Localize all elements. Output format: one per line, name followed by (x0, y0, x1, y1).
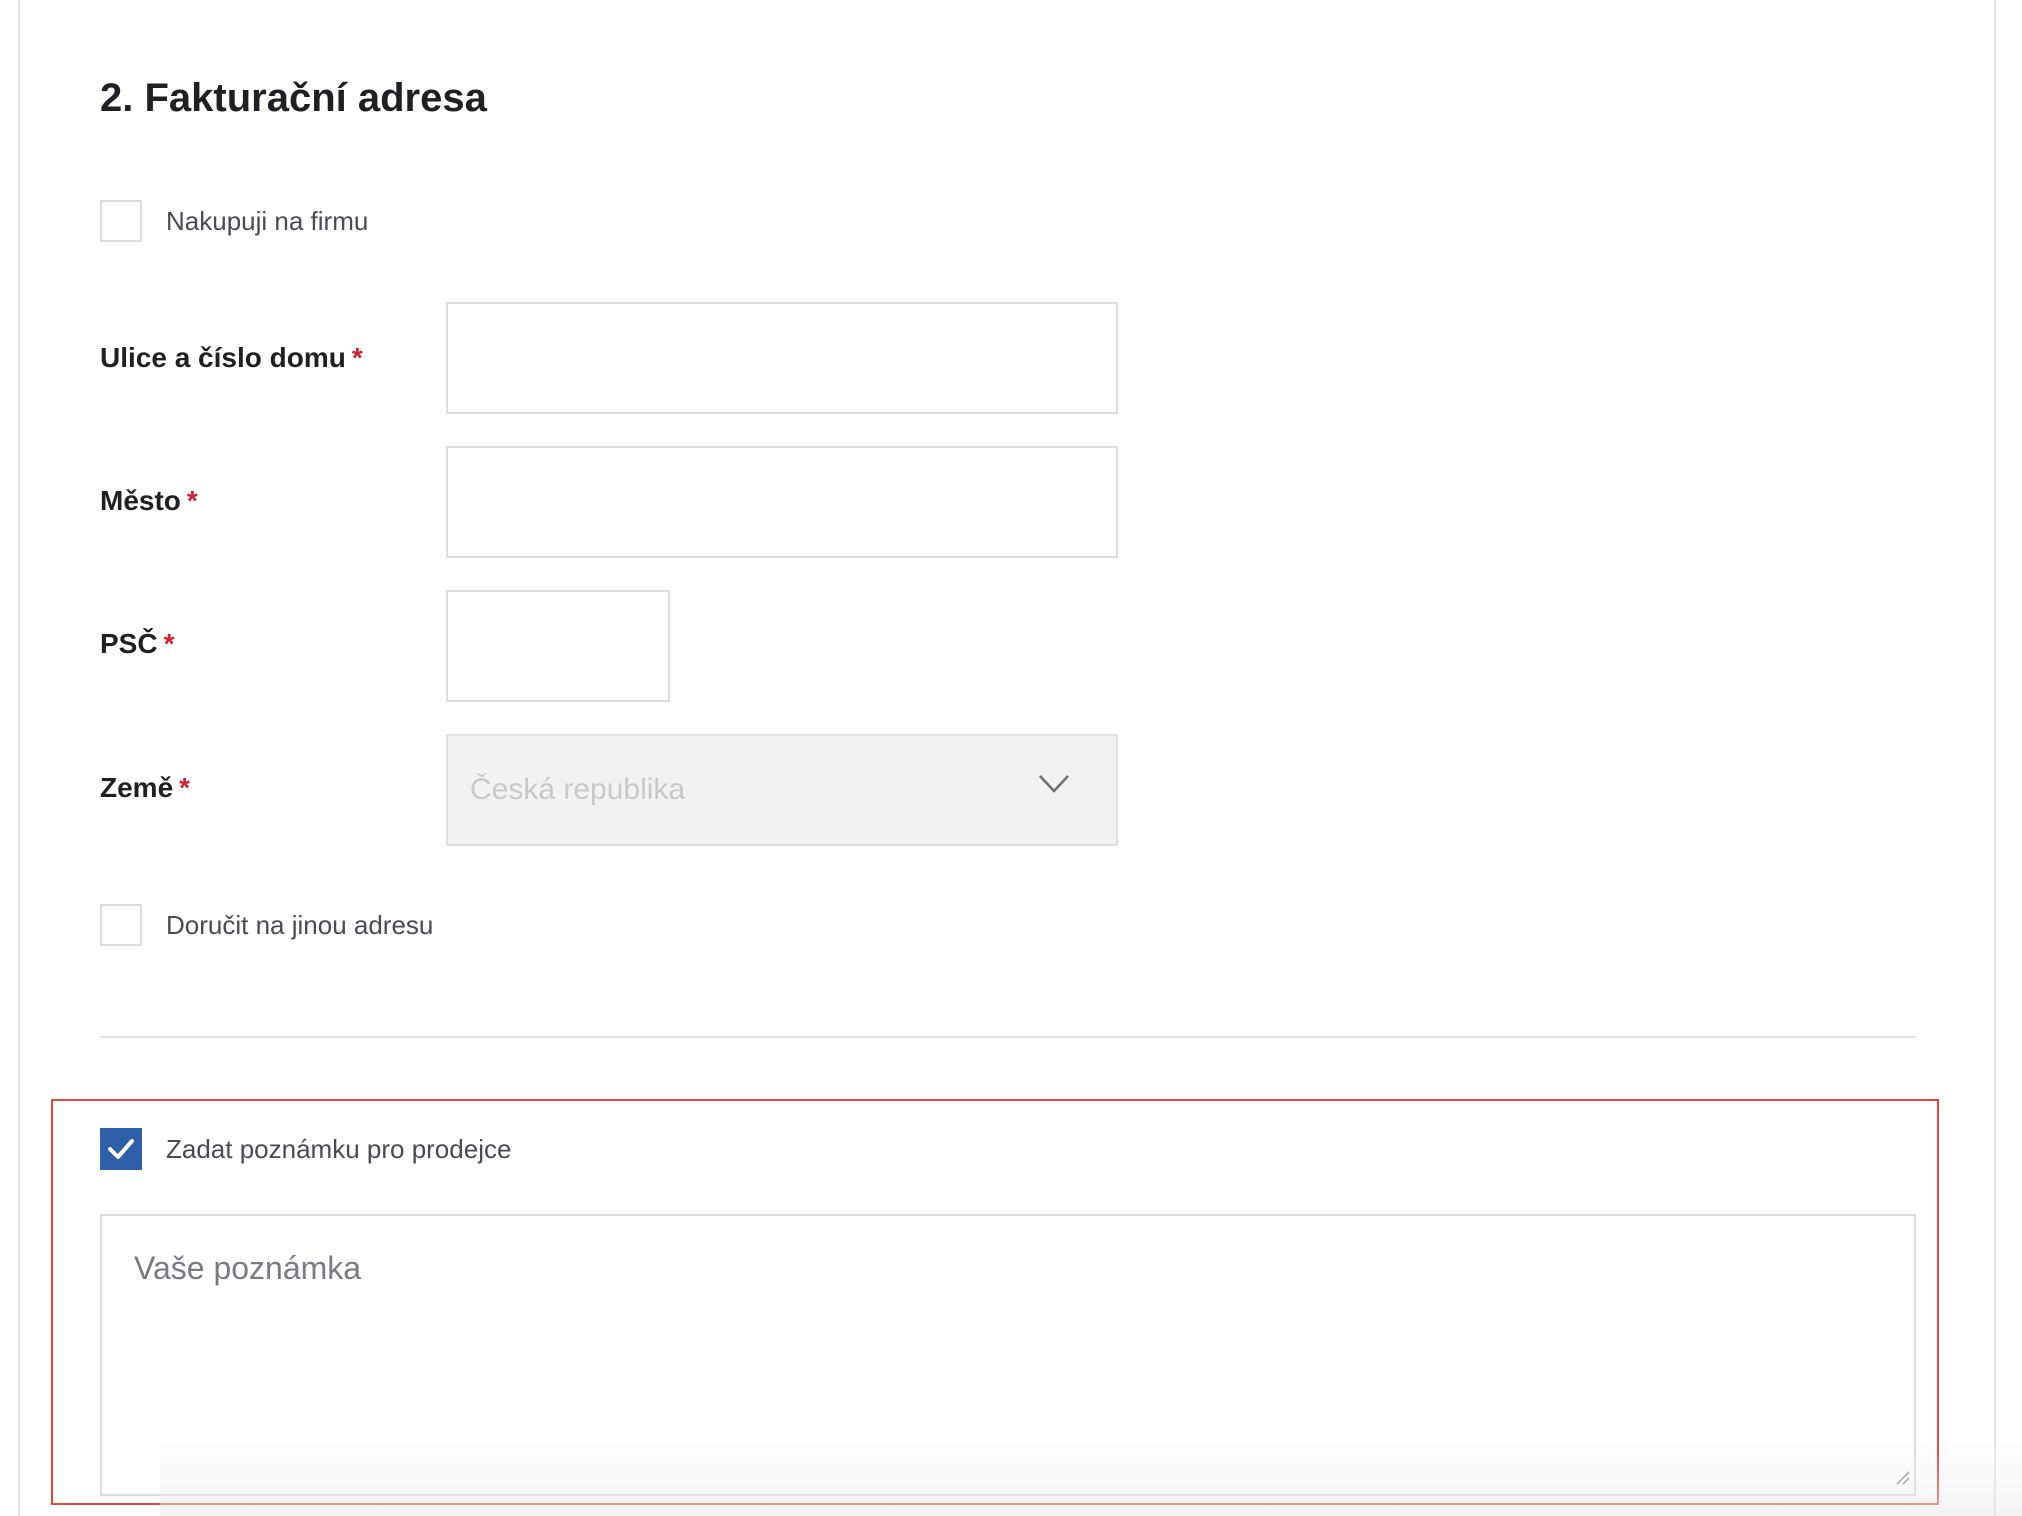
chevron-down-icon (1038, 774, 1070, 799)
card-border-left (18, 0, 20, 1516)
checkout-page: 2. Fakturační adresa Nakupuji na firmu U… (0, 0, 2022, 1516)
company-checkbox[interactable] (100, 200, 142, 242)
other-address-checkbox-row[interactable]: Doručit na jinou adresu (100, 904, 433, 946)
country-select[interactable]: Česká republika (446, 734, 1118, 846)
city-label: Město * (100, 481, 198, 521)
note-checkbox-label: Zadat poznámku pro prodejce (166, 1133, 512, 1164)
other-address-checkbox-label: Doručit na jinou adresu (166, 909, 434, 940)
street-input[interactable] (446, 302, 1118, 414)
other-address-checkbox[interactable] (100, 904, 142, 946)
resize-handle-icon[interactable] (1894, 1469, 1910, 1490)
section-divider (100, 1036, 1916, 1038)
city-label-text: Město (100, 485, 181, 516)
company-checkbox-label: Nakupuji na firmu (166, 205, 369, 236)
check-icon (108, 1139, 134, 1159)
city-required-mark: * (186, 485, 198, 516)
note-textarea[interactable]: Vaše poznámka (100, 1214, 1916, 1496)
card-border-right (1994, 0, 1996, 1516)
street-required-mark: * (351, 342, 363, 373)
country-select-value: Česká republika (470, 773, 686, 806)
section-title: 2. Fakturační adresa (100, 76, 487, 120)
note-placeholder: Vaše poznámka (134, 1250, 362, 1286)
note-checkbox[interactable] (100, 1128, 142, 1170)
street-label: Ulice a číslo domu * (100, 338, 363, 378)
country-required-mark: * (179, 772, 191, 803)
zip-label: PSČ * (100, 624, 174, 664)
city-input[interactable] (446, 446, 1118, 558)
zip-required-mark: * (163, 628, 175, 659)
country-label-text: Země (100, 772, 174, 803)
note-checkbox-row[interactable]: Zadat poznámku pro prodejce (100, 1128, 511, 1170)
street-label-text: Ulice a číslo domu (100, 342, 346, 373)
zip-label-text: PSČ (100, 628, 158, 659)
country-label: Země * (100, 768, 190, 808)
zip-input[interactable] (446, 590, 670, 702)
company-checkbox-row[interactable]: Nakupuji na firmu (100, 200, 368, 242)
